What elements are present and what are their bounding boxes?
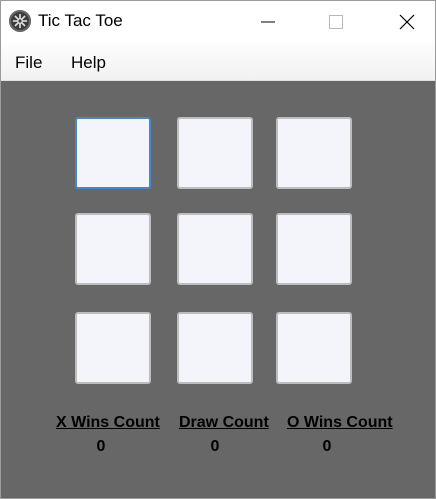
board-cell-2[interactable] — [177, 117, 253, 189]
maximize-button[interactable] — [313, 1, 359, 43]
minimize-button[interactable] — [245, 1, 291, 43]
minimize-icon — [261, 21, 275, 23]
title-bar[interactable]: Tic Tac Toe — [1, 1, 435, 43]
app-window: Tic Tac Toe File Help X Wins Count Draw … — [0, 0, 436, 499]
board-cell-4[interactable] — [75, 213, 151, 285]
menu-help[interactable]: Help — [71, 53, 106, 73]
draw-count-value: 0 — [210, 438, 220, 455]
x-wins-value: 0 — [96, 438, 106, 455]
close-button[interactable] — [384, 1, 430, 43]
board-cell-7[interactable] — [75, 312, 151, 384]
menu-bar: File Help — [1, 43, 435, 81]
board-cell-6[interactable] — [276, 213, 352, 285]
board-cell-1[interactable] — [75, 117, 151, 189]
game-board-area: X Wins Count Draw Count O Wins Count 0 0… — [1, 81, 435, 498]
x-wins-label: X Wins Count — [56, 414, 160, 431]
board-cell-3[interactable] — [276, 117, 352, 189]
menu-file[interactable]: File — [15, 53, 42, 73]
board-cell-9[interactable] — [276, 312, 352, 384]
board-cell-8[interactable] — [177, 312, 253, 384]
close-icon — [399, 14, 415, 30]
o-wins-value: 0 — [322, 438, 332, 455]
board-cell-5[interactable] — [177, 213, 253, 285]
maximize-icon — [329, 15, 343, 29]
window-title: Tic Tac Toe — [38, 11, 123, 30]
o-wins-label: O Wins Count — [287, 414, 393, 431]
app-icon[interactable] — [9, 10, 31, 32]
draw-count-label: Draw Count — [179, 414, 269, 431]
